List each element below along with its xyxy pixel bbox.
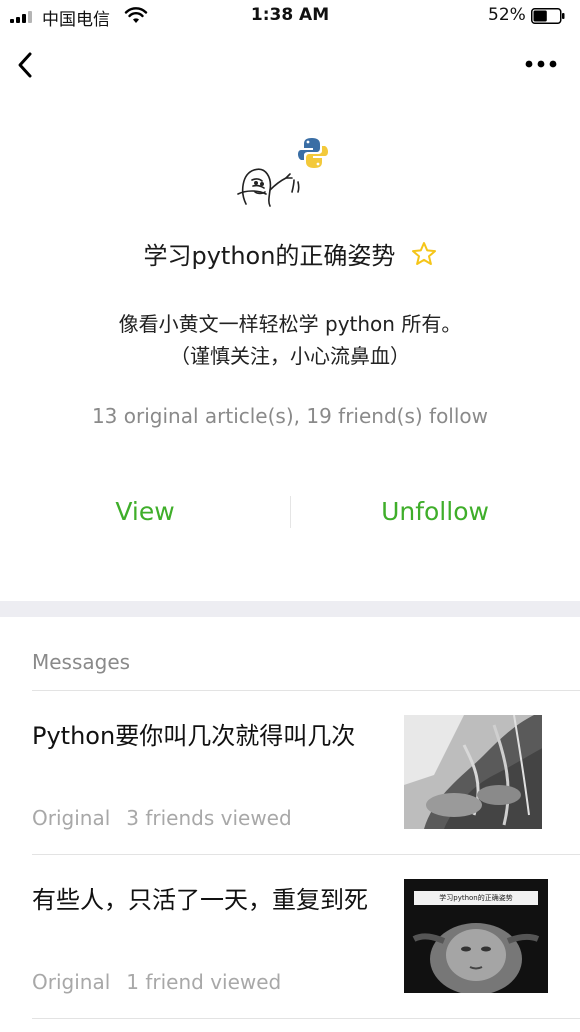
article-thumbnail xyxy=(404,715,548,829)
avatar xyxy=(237,138,328,207)
view-button[interactable]: View xyxy=(0,490,290,534)
profile-name: 学习python的正确姿势 xyxy=(143,242,396,270)
article-list-item[interactable]: 有些人，只活了一天，重复到死 Original 1 friend viewed 学… xyxy=(32,879,580,1000)
divider xyxy=(32,854,580,855)
battery-percent: 52% xyxy=(488,5,526,25)
status-bar: 中国电信 1:38 AM 52% xyxy=(0,0,580,32)
chevron-left-icon[interactable] xyxy=(12,48,42,82)
article-title: Python要你叫几次就得叫几次 xyxy=(32,722,356,750)
ellipsis-icon[interactable] xyxy=(520,50,562,78)
battery-icon xyxy=(531,8,565,24)
section-separator xyxy=(0,601,580,617)
messages-heading: Messages xyxy=(32,650,131,674)
divider xyxy=(32,1018,580,1019)
profile-stats: 13 original article(s), 19 friend(s) fol… xyxy=(91,404,489,428)
article-views: 1 friend viewed xyxy=(126,970,282,994)
article-thumbnail: 学习python的正确姿势 xyxy=(404,879,548,993)
star-outline-icon[interactable] xyxy=(411,241,437,267)
unfollow-button[interactable]: Unfollow xyxy=(290,490,580,534)
navigation-bar xyxy=(0,40,580,90)
thumbnail-caption: 学习python的正确姿势 xyxy=(414,891,538,905)
profile-description: 像看小黄文一样轻松学 python 所有。 （谨慎关注，小心流鼻血） xyxy=(40,308,540,372)
article-list-item[interactable]: Python要你叫几次就得叫几次 Original 3 friends viewe… xyxy=(32,715,580,836)
article-meta: Original 3 friends viewed xyxy=(32,806,292,830)
article-tag: Original xyxy=(32,806,111,830)
profile-name-row: 学习python的正确姿势 xyxy=(0,236,580,276)
description-line: 像看小黄文一样轻松学 python 所有。 xyxy=(118,312,462,336)
divider xyxy=(32,690,580,691)
action-bar: View Unfollow xyxy=(0,490,580,534)
description-line: （谨慎关注，小心流鼻血） xyxy=(170,344,410,368)
article-meta: Original 1 friend viewed xyxy=(32,970,281,994)
article-views: 3 friends viewed xyxy=(126,806,292,830)
article-title: 有些人，只活了一天，重复到死 xyxy=(32,886,368,914)
article-tag: Original xyxy=(32,970,111,994)
